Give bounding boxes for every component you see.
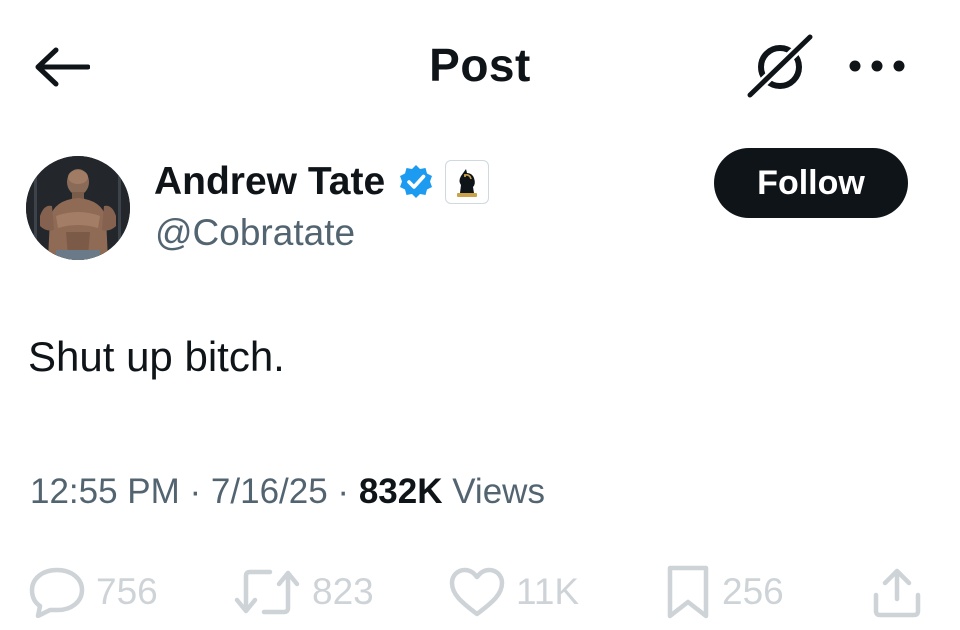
meta-separator: · — [179, 472, 211, 511]
reply-icon — [29, 567, 85, 618]
bookmark-icon — [667, 565, 709, 619]
affiliation-badge[interactable] — [445, 160, 490, 204]
display-name[interactable]: Andrew Tate — [154, 160, 385, 204]
repost-count: 823 — [312, 571, 374, 612]
views-label: Views — [442, 472, 545, 511]
post-metadata: 12:55 PM · 7/16/25 · 832K Views — [30, 472, 545, 512]
arrow-left-icon — [35, 47, 90, 87]
avatar[interactable] — [26, 156, 130, 260]
more-horizontal-icon — [849, 60, 905, 72]
chess-knight-icon — [457, 169, 478, 197]
grok-icon — [745, 33, 815, 99]
display-name-row: Andrew Tate — [154, 154, 490, 210]
avatar-image — [26, 156, 130, 260]
author-section: Andrew Tate @Cobratate Follow — [0, 140, 960, 270]
action-bar: 756 823 11K 256 — [0, 560, 960, 624]
more-options-button[interactable] — [842, 44, 912, 88]
back-button[interactable] — [30, 40, 92, 94]
reply-button[interactable]: 756 — [28, 566, 158, 618]
bookmark-count: 256 — [722, 571, 784, 612]
share-icon — [873, 568, 921, 618]
follow-button[interactable]: Follow — [714, 148, 908, 218]
reply-count: 756 — [96, 571, 158, 612]
repost-icon — [234, 569, 300, 615]
heart-icon — [449, 567, 505, 617]
views-count[interactable]: 832K — [359, 472, 443, 511]
top-bar: Post — [0, 0, 960, 134]
post-text: Shut up bitch. — [28, 333, 285, 380]
verified-badge-icon[interactable] — [397, 163, 435, 201]
meta-separator: · — [327, 472, 359, 511]
like-count: 11K — [516, 571, 580, 612]
grok-button[interactable] — [742, 30, 818, 102]
post-date[interactable]: 7/16/25 — [211, 472, 328, 511]
user-handle[interactable]: @Cobratate — [155, 212, 355, 254]
bookmark-button[interactable]: 256 — [664, 565, 784, 619]
post-time[interactable]: 12:55 PM — [30, 472, 180, 511]
repost-button[interactable]: 823 — [232, 566, 374, 618]
like-button[interactable]: 11K — [448, 566, 579, 618]
share-button[interactable] — [870, 566, 924, 618]
